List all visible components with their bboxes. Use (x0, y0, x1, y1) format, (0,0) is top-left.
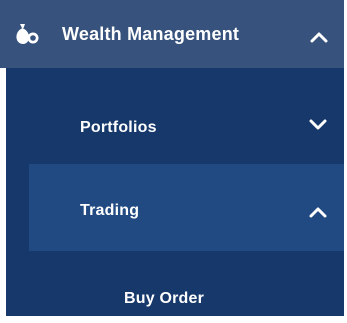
menu-item-label: Portfolios (80, 119, 157, 136)
chevron-up-icon[interactable] (309, 30, 329, 44)
menu-item-trading[interactable]: Trading (29, 164, 344, 251)
menu-wealth-management[interactable]: Wealth Management (0, 0, 344, 68)
chevron-up-icon[interactable] (308, 205, 328, 219)
sidebar-nav: Wealth Management Portfolios Trading Buy… (0, 0, 347, 323)
submenu: Portfolios Trading Buy Order (6, 68, 344, 316)
menu-item-label: Trading (80, 202, 140, 219)
menu-title: Wealth Management (62, 24, 240, 44)
money-bag-icon (15, 22, 45, 46)
submenu-item-buy-order[interactable]: Buy Order (6, 251, 344, 316)
menu-item-portfolios[interactable]: Portfolios (6, 68, 344, 164)
chevron-down-icon[interactable] (308, 117, 328, 131)
submenu-item-label: Buy Order (124, 290, 205, 307)
